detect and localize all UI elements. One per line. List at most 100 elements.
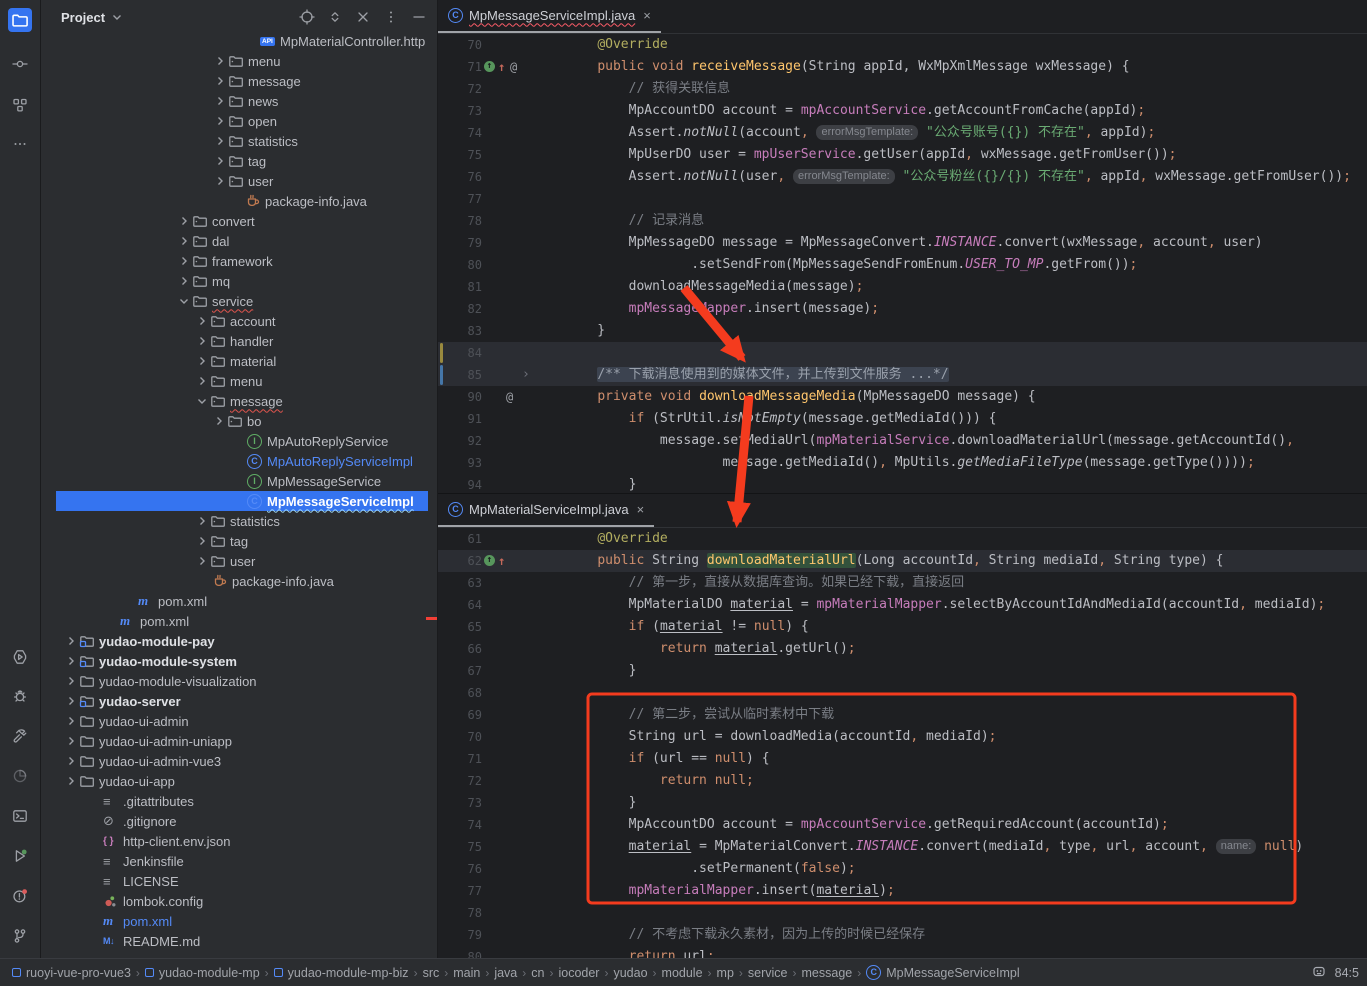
- tree-item-yudao-module-pay[interactable]: yudao-module-pay: [41, 631, 437, 651]
- chevron-right-icon[interactable]: [65, 695, 79, 707]
- tree-item-pom-xml[interactable]: mpom.xml: [41, 591, 437, 611]
- more-vertical-icon[interactable]: [383, 9, 399, 25]
- chevron-right-icon[interactable]: [214, 95, 228, 107]
- chevron-right-icon[interactable]: [65, 755, 79, 767]
- breadcrumb-item-java[interactable]: java: [494, 966, 517, 980]
- tree-item-message[interactable]: message: [41, 71, 437, 91]
- breadcrumb-item-yudao-module-mp[interactable]: yudao-module-mp: [145, 966, 260, 980]
- code-line-84[interactable]: 84: [438, 342, 1367, 364]
- chevron-right-icon[interactable]: [65, 715, 79, 727]
- code-line-71[interactable]: 71↑↑@ public void receiveMessage(String …: [438, 56, 1367, 78]
- tree-item-yudao-module-visualization[interactable]: yudao-module-visualization: [41, 671, 437, 691]
- overrides-icon[interactable]: ↑: [484, 555, 495, 566]
- activity-profiler-icon[interactable]: [8, 764, 32, 788]
- caret-position[interactable]: 84:5: [1335, 966, 1359, 980]
- tree-item-pom-xml[interactable]: mpom.xml: [41, 611, 437, 631]
- tree-item-menu[interactable]: menu: [41, 371, 437, 391]
- breadcrumb-item-iocoder[interactable]: iocoder: [558, 966, 599, 980]
- overrides-icon[interactable]: ↑: [484, 61, 495, 72]
- tree-item-statistics[interactable]: statistics: [41, 511, 437, 531]
- tree-item-lombok-config[interactable]: lombok.config: [41, 891, 437, 911]
- code-line-63[interactable]: 63 // 第一步，直接从数据库查询。如果已经下载，直接返回: [438, 572, 1367, 594]
- chevron-right-icon[interactable]: [196, 315, 210, 327]
- chevron-right-icon[interactable]: [196, 555, 210, 567]
- activity-structure-icon[interactable]: [8, 93, 32, 117]
- tree-item-convert[interactable]: convert: [41, 211, 437, 231]
- code-line-93[interactable]: 93 message.getMediaId(), MpUtils.getMedi…: [438, 452, 1367, 474]
- chevron-right-icon[interactable]: [178, 235, 192, 247]
- tree-item-mq[interactable]: mq: [41, 271, 437, 291]
- chevron-right-icon[interactable]: [178, 215, 192, 227]
- code-line-61[interactable]: 61 @Override: [438, 528, 1367, 550]
- code-line-81[interactable]: 81 downloadMessageMedia(message);: [438, 276, 1367, 298]
- chevron-right-icon[interactable]: [196, 535, 210, 547]
- code-line-92[interactable]: 92 message.setMediaUrl(mpMaterialService…: [438, 430, 1367, 452]
- activity-commit-icon[interactable]: [8, 52, 32, 76]
- tree-item-bo[interactable]: bo: [41, 411, 437, 431]
- code-line-80[interactable]: 80 .setSendFrom(MpMessageSendFromEnum.US…: [438, 254, 1367, 276]
- tree-item-yudao-ui-admin[interactable]: yudao-ui-admin: [41, 711, 437, 731]
- chevron-right-icon[interactable]: [65, 655, 79, 667]
- code-line-70[interactable]: 70 String url = downloadMedia(accountId,…: [438, 726, 1367, 748]
- chevron-down-icon[interactable]: [111, 11, 123, 23]
- activity-version-control-icon[interactable]: [8, 924, 32, 948]
- activity-services-icon[interactable]: [8, 844, 32, 868]
- tree-item-news[interactable]: news: [41, 91, 437, 111]
- code-line-73[interactable]: 73 }: [438, 792, 1367, 814]
- chevron-down-icon[interactable]: [196, 395, 210, 407]
- tab-mpmessageserviceimpl[interactable]: C MpMessageServiceImpl.java ×: [438, 0, 661, 33]
- error-stripe[interactable]: [426, 617, 437, 620]
- tree-item-yudao-ui-app[interactable]: yudao-ui-app: [41, 771, 437, 791]
- annotation-gutter-icon[interactable]: @: [510, 56, 517, 78]
- code-line-91[interactable]: 91 if (StrUtil.isNotEmpty(message.getMed…: [438, 408, 1367, 430]
- chevron-right-icon[interactable]: [65, 775, 79, 787]
- code-line-78[interactable]: 78 // 记录消息: [438, 210, 1367, 232]
- breadcrumb-item-main[interactable]: main: [453, 966, 480, 980]
- tree-item-yudao-module-system[interactable]: yudao-module-system: [41, 651, 437, 671]
- code-line-71[interactable]: 71 if (url == null) {: [438, 748, 1367, 770]
- project-panel-title[interactable]: Project: [61, 10, 105, 25]
- activity-debug-icon[interactable]: [8, 684, 32, 708]
- fold-arrow-icon[interactable]: ›: [522, 364, 530, 386]
- tree-item-framework[interactable]: framework: [41, 251, 437, 271]
- code-line-94[interactable]: 94 }: [438, 474, 1367, 493]
- tree-item-jenkinsfile[interactable]: ≡Jenkinsfile: [41, 851, 437, 871]
- tree-item-pom-xml[interactable]: mpom.xml: [41, 911, 437, 931]
- close-icon[interactable]: ×: [643, 8, 651, 23]
- tree-item-mpmessageservice[interactable]: IMpMessageService: [41, 471, 437, 491]
- chevron-right-icon[interactable]: [196, 355, 210, 367]
- implements-arrow-icon[interactable]: ↑: [498, 56, 505, 78]
- chevron-right-icon[interactable]: [178, 255, 192, 267]
- code-line-73[interactable]: 73 MpAccountDO account = mpAccountServic…: [438, 100, 1367, 122]
- hide-icon[interactable]: [411, 9, 427, 25]
- tree-item-dal[interactable]: dal: [41, 231, 437, 251]
- breadcrumb-item-mpmessageserviceimpl[interactable]: CMpMessageServiceImpl: [866, 965, 1019, 980]
- chevron-down-icon[interactable]: [178, 295, 192, 307]
- assistant-icon[interactable]: [1311, 963, 1327, 982]
- annotation-gutter-icon[interactable]: @: [506, 386, 513, 408]
- code-line-75[interactable]: 75 material = MpMaterialConvert.INSTANCE…: [438, 836, 1367, 858]
- chevron-right-icon[interactable]: [214, 155, 228, 167]
- tree-item-readme-md[interactable]: M↓README.md: [41, 931, 437, 951]
- code-line-75[interactable]: 75 MpUserDO user = mpUserService.getUser…: [438, 144, 1367, 166]
- tree-item-service[interactable]: service: [41, 291, 437, 311]
- code-line-62[interactable]: 62↑↑ public String downloadMaterialUrl(L…: [438, 550, 1367, 572]
- code-line-69[interactable]: 69 // 第二步，尝试从临时素材中下载: [438, 704, 1367, 726]
- collapse-x-icon[interactable]: [355, 9, 371, 25]
- code-line-65[interactable]: 65 if (material != null) {: [438, 616, 1367, 638]
- code-line-64[interactable]: 64 MpMaterialDO material = mpMaterialMap…: [438, 594, 1367, 616]
- tree-item-http-client-env-json[interactable]: { }http-client.env.json: [41, 831, 437, 851]
- breadcrumb-item-service[interactable]: service: [748, 966, 788, 980]
- code-line-76[interactable]: 76 Assert.notNull(user, errorMsgTemplate…: [438, 166, 1367, 188]
- chevron-right-icon[interactable]: [214, 115, 228, 127]
- code-line-79[interactable]: 79 // 不考虑下载永久素材，因为上传的时候已经保存: [438, 924, 1367, 946]
- tree-item-open[interactable]: open: [41, 111, 437, 131]
- code-line-82[interactable]: 82 mpMessageMapper.insert(message);: [438, 298, 1367, 320]
- chevron-right-icon[interactable]: [214, 135, 228, 147]
- breadcrumb-item-yudao-module-mp-biz[interactable]: yudao-module-mp-biz: [274, 966, 409, 980]
- chevron-right-icon[interactable]: [214, 75, 228, 87]
- tree-item-yudao-ui-admin-uniapp[interactable]: yudao-ui-admin-uniapp: [41, 731, 437, 751]
- tree-item-yudao-server[interactable]: yudao-server: [41, 691, 437, 711]
- breadcrumb-item-ruoyi-vue-pro-vue3[interactable]: ruoyi-vue-pro-vue3: [12, 966, 131, 980]
- tree-item-statistics[interactable]: statistics: [41, 131, 437, 151]
